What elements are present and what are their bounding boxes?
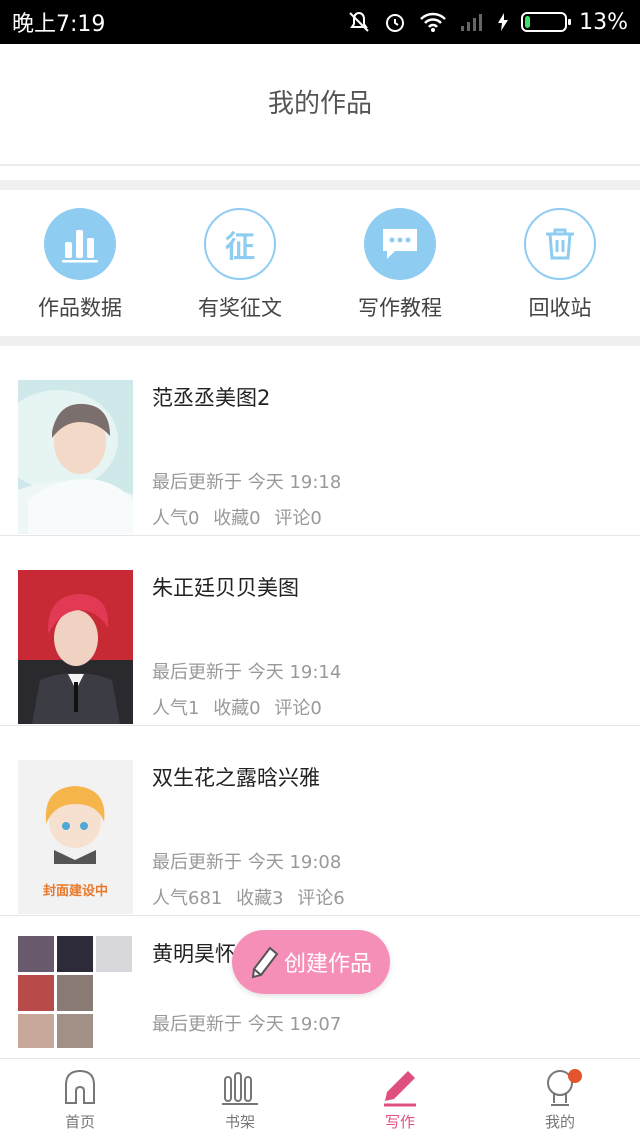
chat-bubble-icon bbox=[364, 208, 436, 280]
work-item[interactable]: 封面建设中 双生花之露晗兴雅 最后更新于 今天 19:08 人气681 收藏3 … bbox=[0, 726, 640, 916]
tab-home-label: 首页 bbox=[64, 1112, 95, 1131]
charging-icon bbox=[498, 13, 509, 31]
alarm-icon bbox=[386, 14, 405, 32]
work-favorites: 收藏0 bbox=[213, 698, 261, 719]
create-work-label: 创建作品 bbox=[283, 952, 372, 977]
tab-profile-label: 我的 bbox=[544, 1112, 575, 1131]
recycle-bin-button[interactable]: 回收站 bbox=[485, 190, 635, 322]
wifi-icon bbox=[420, 12, 446, 32]
tab-write-label: 写作 bbox=[384, 1112, 415, 1131]
work-comments: 评论0 bbox=[274, 508, 322, 529]
create-work-button[interactable]: 创建作品 bbox=[232, 930, 390, 994]
work-title: 黄明昊怀 bbox=[152, 942, 236, 966]
work-cover-image: 封面建设中 bbox=[18, 760, 133, 914]
tab-bookshelf[interactable]: 书架 bbox=[160, 1059, 320, 1139]
contest-glyph: 征 bbox=[225, 230, 255, 265]
status-icons: 13% bbox=[347, 10, 628, 35]
contest-label: 有奖征文 bbox=[198, 296, 282, 320]
work-popularity: 人气1 bbox=[152, 698, 200, 719]
work-popularity: 人气0 bbox=[152, 508, 200, 529]
work-cover-image bbox=[18, 380, 133, 534]
section-divider bbox=[0, 180, 640, 190]
status-bar: 晚上7:19 13% bbox=[0, 0, 640, 44]
works-data-label: 作品数据 bbox=[38, 296, 122, 320]
bar-chart-icon bbox=[44, 208, 116, 280]
work-cover-image bbox=[18, 936, 133, 1048]
mute-icon bbox=[349, 11, 369, 32]
contest-button[interactable]: 征 有奖征文 bbox=[165, 190, 315, 322]
battery-icon bbox=[521, 12, 572, 32]
page-title: 我的作品 bbox=[267, 89, 372, 119]
tab-write[interactable]: 写作 bbox=[320, 1059, 480, 1139]
battery-percent: 13% bbox=[579, 9, 628, 35]
home-icon bbox=[65, 1069, 95, 1104]
work-title: 双生花之露晗兴雅 bbox=[152, 766, 320, 790]
signal-icon bbox=[461, 14, 483, 31]
work-updated: 最后更新于 今天 19:08 bbox=[152, 852, 342, 873]
work-cover-image bbox=[18, 570, 133, 724]
work-comments: 评论0 bbox=[274, 698, 322, 719]
contest-icon: 征 bbox=[204, 208, 276, 280]
work-favorites: 收藏3 bbox=[236, 888, 284, 909]
bottom-tab-bar: 首页 书架 写作 我的 bbox=[0, 1058, 640, 1139]
work-popularity: 人气681 bbox=[152, 888, 223, 909]
recycle-bin-label: 回收站 bbox=[528, 296, 592, 320]
tab-bookshelf-label: 书架 bbox=[224, 1112, 255, 1131]
pencil-icon bbox=[250, 945, 280, 979]
status-time: 晚上7:19 bbox=[12, 12, 106, 37]
writing-tutorial-label: 写作教程 bbox=[358, 296, 442, 320]
work-item[interactable]: 朱正廷贝贝美图 最后更新于 今天 19:14 人气1 收藏0 评论0 bbox=[0, 536, 640, 726]
work-stats: 人气681 收藏3 评论6 bbox=[152, 884, 351, 910]
writing-tutorial-button[interactable]: 写作教程 bbox=[325, 190, 475, 322]
work-updated: 最后更新于 今天 19:07 bbox=[152, 1014, 342, 1035]
work-updated: 最后更新于 今天 19:18 bbox=[152, 472, 342, 493]
quick-actions: 作品数据 征 有奖征文 写作教程 回收站 bbox=[0, 190, 640, 336]
work-comments: 评论6 bbox=[297, 888, 345, 909]
tab-profile[interactable]: 我的 bbox=[480, 1059, 640, 1139]
work-title: 朱正廷贝贝美图 bbox=[152, 576, 299, 600]
trash-icon bbox=[524, 208, 596, 280]
work-stats: 人气1 收藏0 评论0 bbox=[152, 694, 328, 720]
work-title: 范丞丞美图2 bbox=[152, 386, 271, 410]
notification-dot bbox=[568, 1069, 582, 1083]
cover-placeholder-text: 封面建设中 bbox=[42, 884, 108, 899]
page-header: 我的作品 bbox=[0, 44, 640, 166]
work-updated: 最后更新于 今天 19:14 bbox=[152, 662, 342, 683]
pen-icon bbox=[384, 1070, 416, 1106]
work-stats: 人气0 收藏0 评论0 bbox=[152, 504, 328, 530]
tab-home[interactable]: 首页 bbox=[0, 1059, 160, 1139]
works-data-button[interactable]: 作品数据 bbox=[5, 190, 155, 322]
work-favorites: 收藏0 bbox=[213, 508, 261, 529]
section-divider bbox=[0, 336, 640, 346]
bookshelf-icon bbox=[222, 1071, 258, 1105]
work-item[interactable]: 范丞丞美图2 最后更新于 今天 19:18 人气0 收藏0 评论0 bbox=[0, 346, 640, 536]
